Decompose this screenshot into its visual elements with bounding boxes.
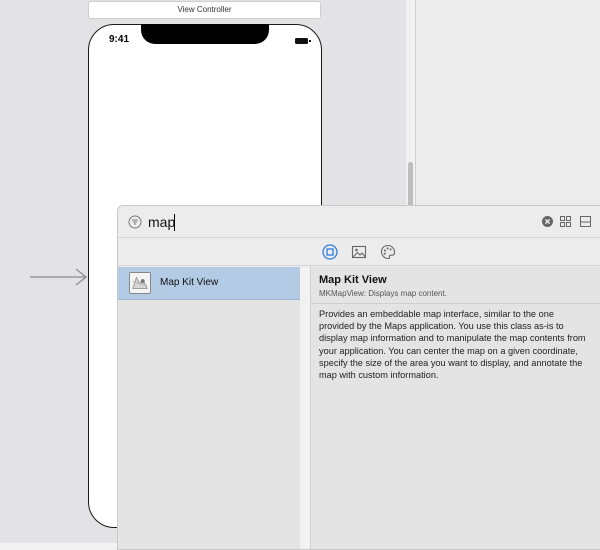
list-item-map-kit-view[interactable]: Map Kit View [118, 267, 300, 300]
library-tab-bar [118, 239, 600, 266]
media-tab-icon[interactable] [351, 244, 367, 260]
colors-palette-tab-icon[interactable] [380, 244, 396, 260]
scene-title-bar[interactable]: View Controller [88, 1, 321, 19]
detail-description: Provides an embeddable map interface, si… [319, 309, 586, 381]
library-search-input[interactable] [148, 211, 528, 233]
detail-panel-icon[interactable] [580, 216, 591, 227]
list-item-label: Map Kit View [160, 277, 219, 288]
detail-subtitle: MKMapView: Displays map content. [319, 289, 447, 298]
clear-search-icon[interactable] [542, 216, 553, 227]
entry-point-arrow-icon [30, 268, 87, 286]
library-results-list: Map Kit View [118, 267, 300, 549]
library-detail-pane: Map Kit View MKMapView: Displays map con… [311, 267, 600, 549]
map-kit-view-icon [129, 272, 151, 294]
detail-separator [311, 303, 600, 304]
split-view-gutter[interactable] [300, 267, 310, 549]
detail-title: Map Kit View [319, 274, 387, 286]
object-library-popover: Map Kit View Map Kit View MKMapView: Dis… [117, 205, 600, 550]
filter-icon[interactable] [128, 215, 142, 229]
battery-icon [295, 38, 311, 44]
status-bar-time: 9:41 [109, 34, 130, 45]
objects-tab-icon[interactable] [322, 244, 338, 260]
grid-view-icon[interactable] [560, 216, 571, 227]
device-notch [141, 24, 269, 44]
text-cursor [174, 214, 175, 231]
library-search-bar [118, 206, 600, 238]
